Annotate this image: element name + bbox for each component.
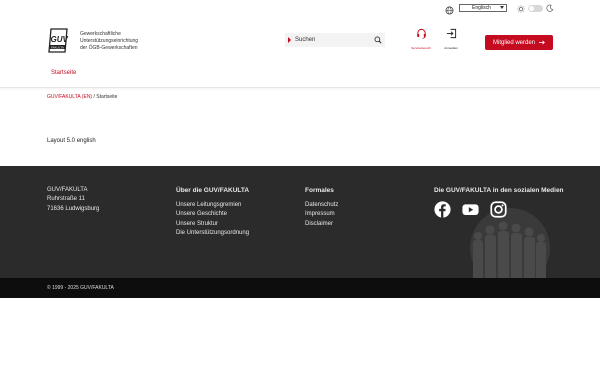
site-header: GUV FAKULTA Gewerkschaftliche Unterstütz… bbox=[0, 20, 600, 88]
arrow-right-icon bbox=[539, 40, 545, 45]
become-member-label: Mitglied werden bbox=[492, 39, 536, 46]
service-area-link[interactable]: Servicebereich bbox=[405, 28, 437, 50]
search-placeholder: Suchen bbox=[295, 37, 316, 43]
top-bar: Englisch bbox=[0, 0, 600, 20]
headset-icon bbox=[416, 28, 426, 39]
footer-link[interactable]: Unsere Leitungsgremien bbox=[176, 201, 249, 210]
nav-item-startseite[interactable]: Startseite bbox=[51, 70, 76, 76]
login-label: Anmelden bbox=[444, 46, 458, 50]
footer-formal-title: Formales bbox=[305, 187, 334, 194]
login-link[interactable]: Anmelden bbox=[438, 28, 464, 50]
footer-link[interactable]: Datenschutz bbox=[305, 201, 338, 210]
org-description: Gewerkschaftliche Unterstützungseinricht… bbox=[80, 31, 150, 52]
site-footer: GUV/FAKULTA Ruhrstraße 11 71636 Ludwigsb… bbox=[0, 166, 600, 278]
copyright-text: © 1999 - 2025 GUV/FAKULTA bbox=[47, 285, 114, 291]
language-select-value: Englisch bbox=[472, 5, 491, 11]
copyright-bar: © 1999 - 2025 GUV/FAKULTA bbox=[0, 278, 600, 298]
globe-icon bbox=[445, 6, 454, 15]
footer-about: Über die GUV/FAKULTA Unsere Leitungsgrem… bbox=[176, 186, 249, 238]
language-switcher[interactable]: Englisch bbox=[445, 4, 507, 15]
breadcrumb-separator: / bbox=[93, 94, 95, 100]
theme-toggle[interactable] bbox=[528, 5, 543, 12]
footer-about-title: Über die GUV/FAKULTA bbox=[176, 187, 250, 194]
login-icon bbox=[446, 28, 456, 39]
facebook-icon[interactable] bbox=[434, 201, 451, 218]
footer-street: Ruhrstraße 11 bbox=[47, 196, 85, 203]
logo-subtext: FAKULTA bbox=[51, 45, 64, 49]
chevron-down-icon bbox=[500, 6, 504, 9]
language-select[interactable]: Englisch bbox=[459, 4, 507, 12]
footer-city: 71636 Ludwigsburg bbox=[47, 205, 100, 212]
breadcrumb-link-home[interactable]: GUV/FAKULTA (EN) bbox=[47, 94, 92, 100]
breadcrumb: GUV/FAKULTA (EN) / Startseite bbox=[47, 94, 117, 100]
footer-formal: Formales Datenschutz Impressum Disclaime… bbox=[305, 186, 338, 229]
instagram-icon[interactable] bbox=[490, 201, 507, 218]
search-icon[interactable] bbox=[374, 36, 382, 44]
search-input[interactable]: Suchen bbox=[285, 33, 385, 47]
footer-link[interactable]: Die Unterstützungsordnung bbox=[176, 229, 249, 238]
service-area-label: Servicebereich bbox=[411, 46, 431, 50]
org-line: Unterstützungseinrichtung bbox=[80, 38, 139, 44]
moon-icon bbox=[546, 4, 554, 12]
footer-link[interactable]: Unsere Struktur bbox=[176, 220, 249, 229]
social-links bbox=[434, 201, 564, 218]
breadcrumb-current: Startseite bbox=[96, 94, 118, 100]
sun-icon bbox=[517, 5, 525, 13]
footer-link[interactable]: Disclaimer bbox=[305, 220, 338, 229]
footer-address: GUV/FAKULTA Ruhrstraße 11 71636 Ludwigsb… bbox=[47, 186, 99, 214]
search-marker bbox=[288, 37, 291, 43]
org-line: der ÖGB-Gewerkschaften bbox=[80, 45, 138, 51]
youtube-icon[interactable] bbox=[462, 201, 479, 218]
become-member-button[interactable]: Mitglied werden bbox=[485, 35, 553, 50]
logo-text: GUV bbox=[51, 35, 69, 44]
main-content-text: Layout 5.0 english bbox=[47, 138, 96, 144]
org-line: Gewerkschaftliche bbox=[80, 31, 121, 37]
guv-logo[interactable]: GUV FAKULTA bbox=[47, 28, 69, 54]
footer-social: Die GUV/FAKULTA in den sozialen Medien bbox=[434, 186, 564, 218]
footer-link[interactable]: Unsere Geschichte bbox=[176, 210, 249, 219]
footer-link[interactable]: Impressum bbox=[305, 210, 338, 219]
footer-social-title: Die GUV/FAKULTA in den sozialen Medien bbox=[434, 187, 564, 194]
footer-org-name: GUV/FAKULTA bbox=[47, 187, 88, 193]
